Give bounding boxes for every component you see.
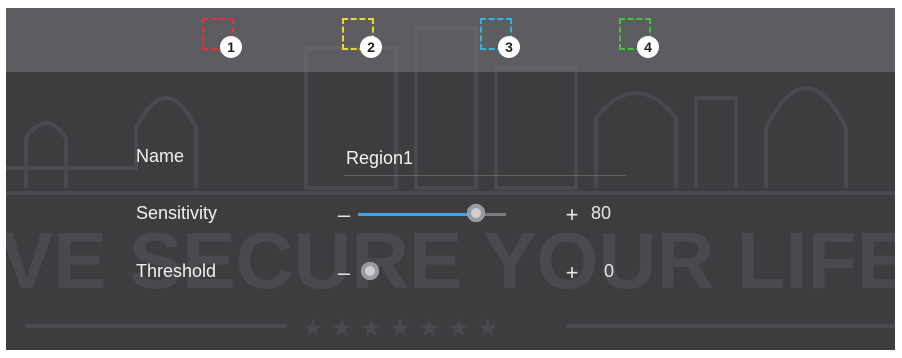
sensitivity-value: 80: [591, 203, 612, 223]
region-4-button[interactable]: 4: [619, 18, 663, 62]
sensitivity-label: Sensitivity: [136, 203, 218, 223]
region-3-button[interactable]: 3: [480, 18, 524, 62]
region-1-number: 1: [220, 36, 242, 58]
sensitivity-decrease-button[interactable]: –: [336, 204, 352, 226]
region-3-number: 3: [498, 36, 520, 58]
watermark-stars: ★ ★ ★ ★ ★ ★ ★: [302, 314, 498, 342]
motion-detection-panel: VE SECURE YOUR LIFE ★ ★ ★ ★ ★ ★ ★ 1 2 3 …: [6, 8, 895, 350]
region-4-number: 4: [637, 36, 659, 58]
region-2-button[interactable]: 2: [342, 18, 386, 62]
region-2-number: 2: [360, 36, 382, 58]
region-selector-bar: 1 2 3 4: [6, 8, 895, 72]
threshold-slider-thumb[interactable]: [361, 262, 379, 280]
threshold-value: 0: [604, 261, 615, 281]
sensitivity-slider-fill: [358, 213, 477, 216]
name-input[interactable]: Region1: [344, 141, 626, 176]
sensitivity-increase-button[interactable]: +: [564, 204, 580, 226]
threshold-label: Threshold: [136, 261, 217, 281]
threshold-slider[interactable]: [358, 271, 506, 274]
name-label: Name: [136, 146, 185, 166]
threshold-decrease-button[interactable]: –: [336, 262, 352, 284]
region-1-button[interactable]: 1: [202, 18, 246, 62]
threshold-increase-button[interactable]: +: [564, 262, 580, 284]
